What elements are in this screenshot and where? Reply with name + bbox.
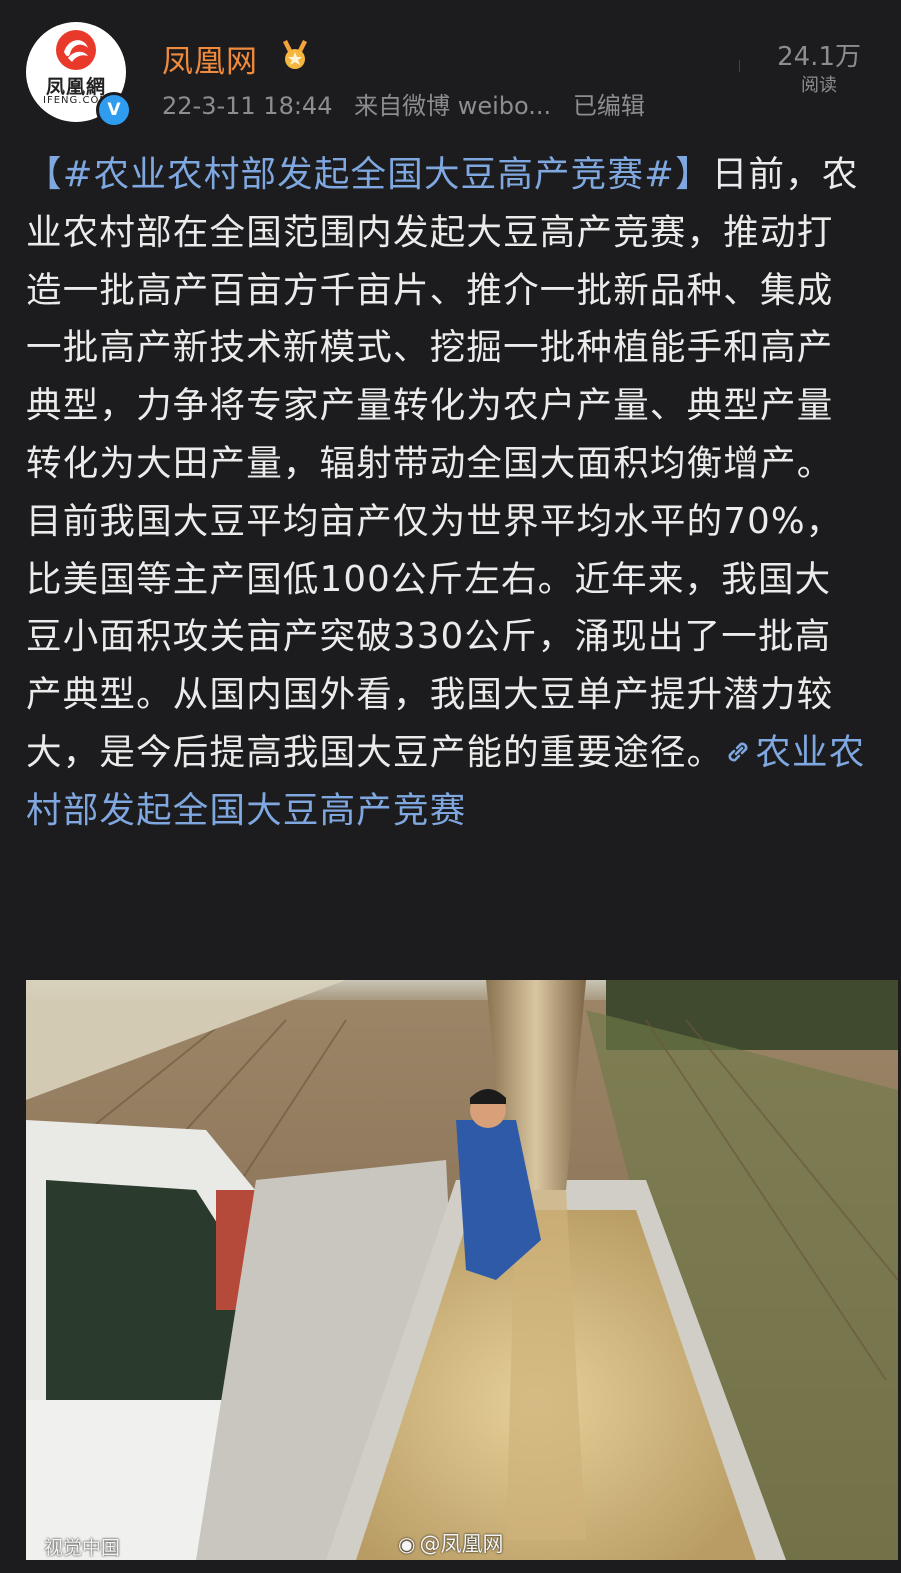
read-count-block: 24.1万 阅读 xyxy=(777,36,861,97)
photo-watermark: ◉ @凤凰网 xyxy=(398,1528,503,1558)
link-chain-icon xyxy=(728,742,748,762)
post-meta: 22-3-11 18:44 来自微博 weibo... 已编辑 xyxy=(162,86,659,121)
paragraph-2: 目前我国大豆平均亩产仅为世界平均水平的70%，比美国等主产国低100公斤左右。近… xyxy=(26,493,866,840)
post-header: 凤凰網 IFENG.COM V 凤凰网 22-3-11 18:44 来自微博 w… xyxy=(0,0,901,135)
post-source[interactable]: 来自微博 weibo... xyxy=(354,92,551,120)
paragraph-1: 【#农业农村部发起全国大豆高产竞赛#】日前，农业农村部在全国范围内发起大豆高产竞… xyxy=(26,146,866,493)
author-name[interactable]: 凤凰网 xyxy=(162,36,258,81)
paragraph-1-text: 日前，农业农村部在全国范围内发起大豆高产竞赛，推动打造一批高产百亩方千亩片、推介… xyxy=(26,154,859,484)
paragraph-2-text: 目前我国大豆平均亩产仅为世界平均水平的70%，比美国等主产国低100公斤左右。近… xyxy=(26,500,843,773)
watermark-text: @凤凰网 xyxy=(419,1532,504,1556)
edited-label[interactable]: 已编辑 xyxy=(573,92,645,120)
topic-hashtag[interactable]: 【#农业农村部发起全国大豆高产竞赛#】 xyxy=(26,154,712,195)
soybean-harvest-image xyxy=(26,980,898,1560)
read-count: 24.1万 xyxy=(777,42,861,72)
post-timestamp: 22-3-11 18:44 xyxy=(162,92,333,120)
post-body: 【#农业农村部发起全国大豆高产竞赛#】日前，农业农村部在全国范围内发起大豆高产竞… xyxy=(26,146,866,840)
gold-medal-icon[interactable] xyxy=(278,38,312,72)
weibo-logo-icon: ◉ xyxy=(398,1532,416,1556)
post-photo[interactable] xyxy=(26,980,898,1560)
phoenix-logo-icon xyxy=(56,30,96,70)
read-label: 阅读 xyxy=(801,75,838,96)
verified-v-icon: V xyxy=(96,92,132,128)
divider xyxy=(739,60,740,72)
photo-credit: 视觉中国 xyxy=(44,1537,121,1559)
